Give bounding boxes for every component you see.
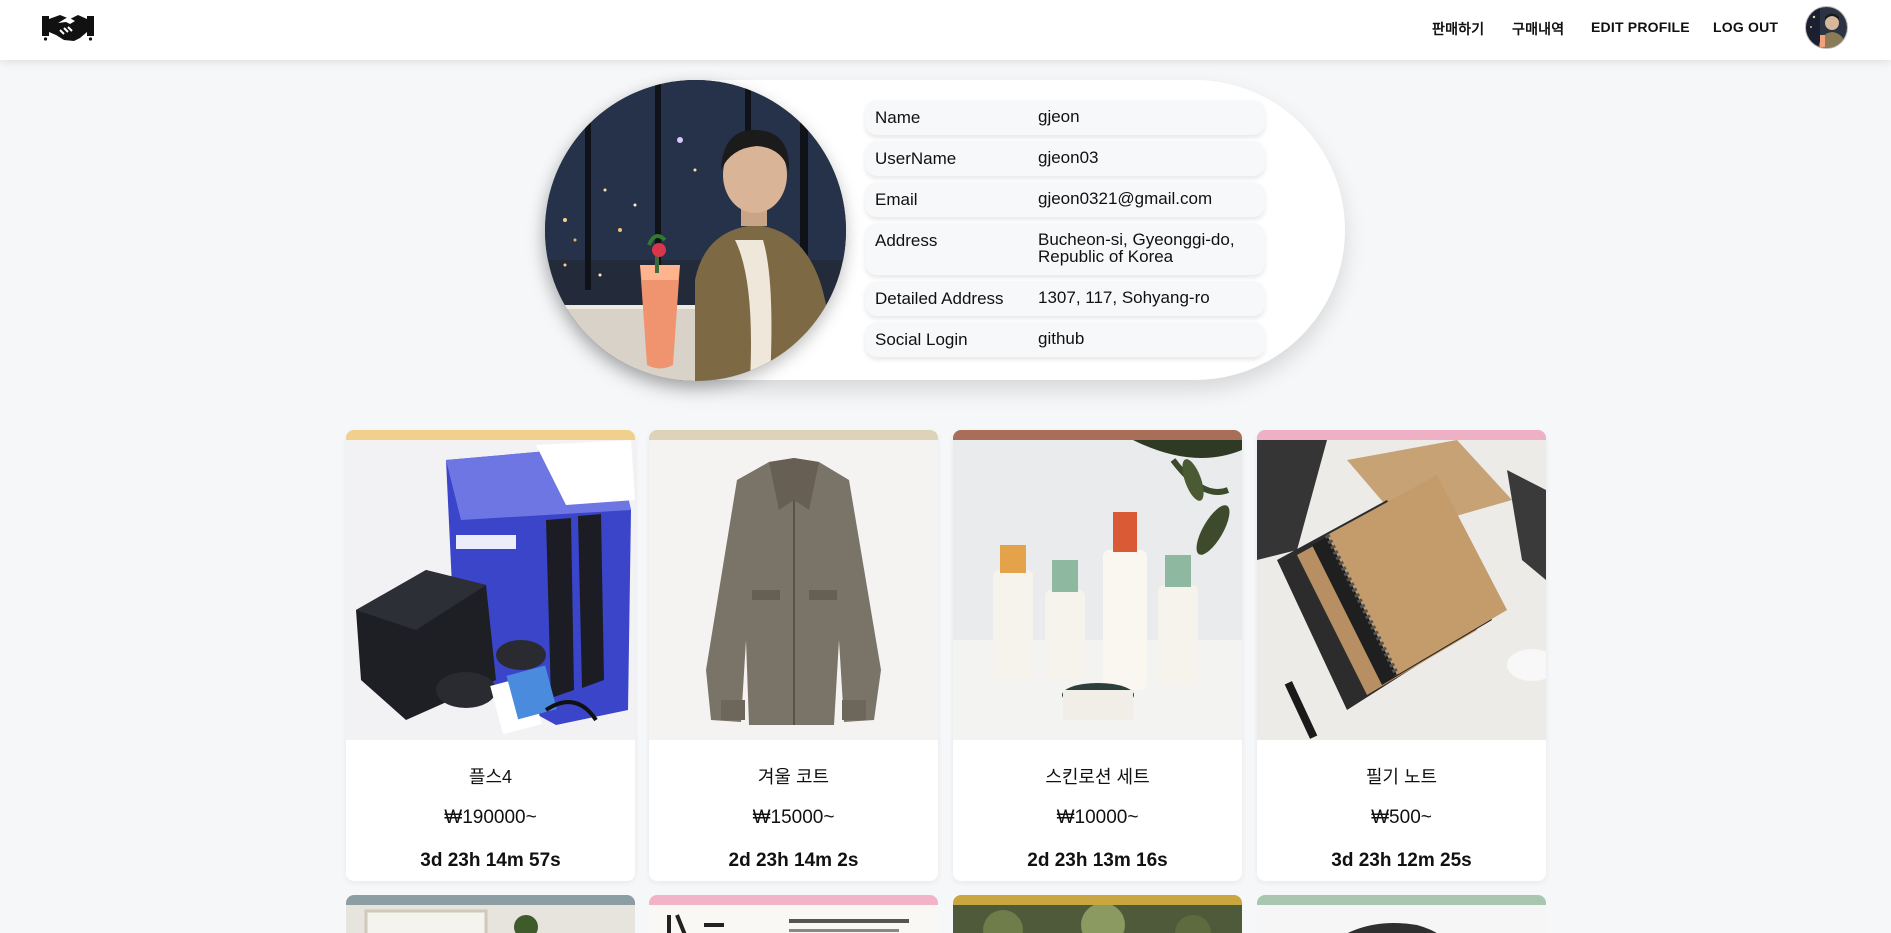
handshake-icon[interactable] bbox=[42, 10, 94, 44]
product-card[interactable]: 플스4 ₩190000~ 3d 23h 14m 57s bbox=[346, 430, 635, 881]
profile-field-username: UserName gjeon03 bbox=[865, 141, 1265, 176]
product-card[interactable]: 스킨로션 세트 ₩10000~ 2d 23h 13m 16s bbox=[953, 430, 1242, 881]
card-accent-bar bbox=[953, 895, 1242, 905]
winter-coat-image bbox=[649, 440, 938, 740]
card-accent-bar bbox=[649, 895, 938, 905]
nav-sell-link[interactable]: 판매하기 bbox=[1432, 19, 1484, 39]
product-time-left: 3d 23h 12m 25s bbox=[1331, 850, 1472, 871]
profile-field-label: UserName bbox=[875, 149, 957, 168]
profile-field-label: Email bbox=[875, 190, 918, 209]
ps4-console-image bbox=[346, 440, 635, 740]
product-price: ₩500~ bbox=[1371, 807, 1432, 828]
product-price: ₩190000~ bbox=[444, 807, 537, 828]
profile-field-value: Bucheon-si, Gyeonggi-do, Republic of Kor… bbox=[1038, 230, 1235, 266]
product-time-left: 3d 23h 14m 57s bbox=[420, 850, 561, 871]
card-accent-bar bbox=[346, 430, 635, 440]
product-title: 플스4 bbox=[468, 767, 513, 787]
card-accent-bar bbox=[649, 430, 938, 440]
product-card[interactable] bbox=[1257, 895, 1546, 933]
profile-field-value: gjeon bbox=[1038, 107, 1080, 126]
profile-photo bbox=[545, 80, 846, 381]
product-card[interactable] bbox=[346, 895, 635, 933]
profile-field-label: Name bbox=[875, 108, 921, 127]
product-time-left: 2d 23h 14m 2s bbox=[728, 850, 859, 871]
product-card[interactable] bbox=[953, 895, 1242, 933]
nav-edit-profile-link[interactable]: EDIT PROFILE bbox=[1591, 19, 1690, 35]
profile-field-value: 1307, 117, Sohyang-ro bbox=[1038, 288, 1210, 307]
profile-field-social-login: Social Login github bbox=[865, 322, 1265, 357]
profile-field-value: github bbox=[1038, 329, 1085, 348]
card-accent-bar bbox=[1257, 430, 1546, 440]
top-nav-bar: 판매하기 구매내역 EDIT PROFILE LOG OUT bbox=[0, 0, 1891, 60]
card-accent-bar bbox=[346, 895, 635, 905]
book-page-image bbox=[649, 905, 938, 933]
profile-field-label: Social Login bbox=[875, 330, 968, 349]
user-avatar[interactable] bbox=[1805, 6, 1848, 49]
product-time-left: 2d 23h 13m 16s bbox=[1027, 850, 1168, 871]
product-card[interactable] bbox=[649, 895, 938, 933]
profile-field-name: Name gjeon bbox=[865, 100, 1265, 135]
profile-field-value: gjeon0321@gmail.com bbox=[1038, 189, 1213, 208]
profile-field-value: gjeon03 bbox=[1038, 148, 1099, 167]
room-image bbox=[346, 905, 635, 933]
round-object-image bbox=[1257, 905, 1546, 933]
notebooks-image bbox=[1257, 440, 1546, 740]
product-title: 필기 노트 bbox=[1365, 767, 1438, 787]
card-accent-bar bbox=[953, 430, 1242, 440]
product-title: 겨울 코트 bbox=[757, 767, 830, 787]
nav-purchase-history-link[interactable]: 구매내역 bbox=[1512, 19, 1564, 39]
nav-logout-link[interactable]: LOG OUT bbox=[1713, 19, 1778, 35]
product-card[interactable]: 겨울 코트 ₩15000~ 2d 23h 14m 2s bbox=[649, 430, 938, 881]
profile-field-label: Detailed Address bbox=[875, 289, 1004, 308]
card-accent-bar bbox=[1257, 895, 1546, 905]
profile-field-email: Email gjeon0321@gmail.com bbox=[865, 182, 1265, 217]
garden-image bbox=[953, 903, 1242, 933]
product-card[interactable]: 필기 노트 ₩500~ 3d 23h 12m 25s bbox=[1257, 430, 1546, 881]
skin-lotion-set-image bbox=[953, 440, 1242, 740]
profile-field-detailed-address: Detailed Address 1307, 117, Sohyang-ro bbox=[865, 281, 1265, 316]
profile-field-address: Address Bucheon-si, Gyeonggi-do, Republi… bbox=[865, 223, 1265, 275]
product-title: 스킨로션 세트 bbox=[1045, 767, 1150, 787]
profile-field-label: Address bbox=[875, 231, 938, 250]
product-price: ₩15000~ bbox=[752, 807, 835, 828]
product-price: ₩10000~ bbox=[1056, 807, 1139, 828]
